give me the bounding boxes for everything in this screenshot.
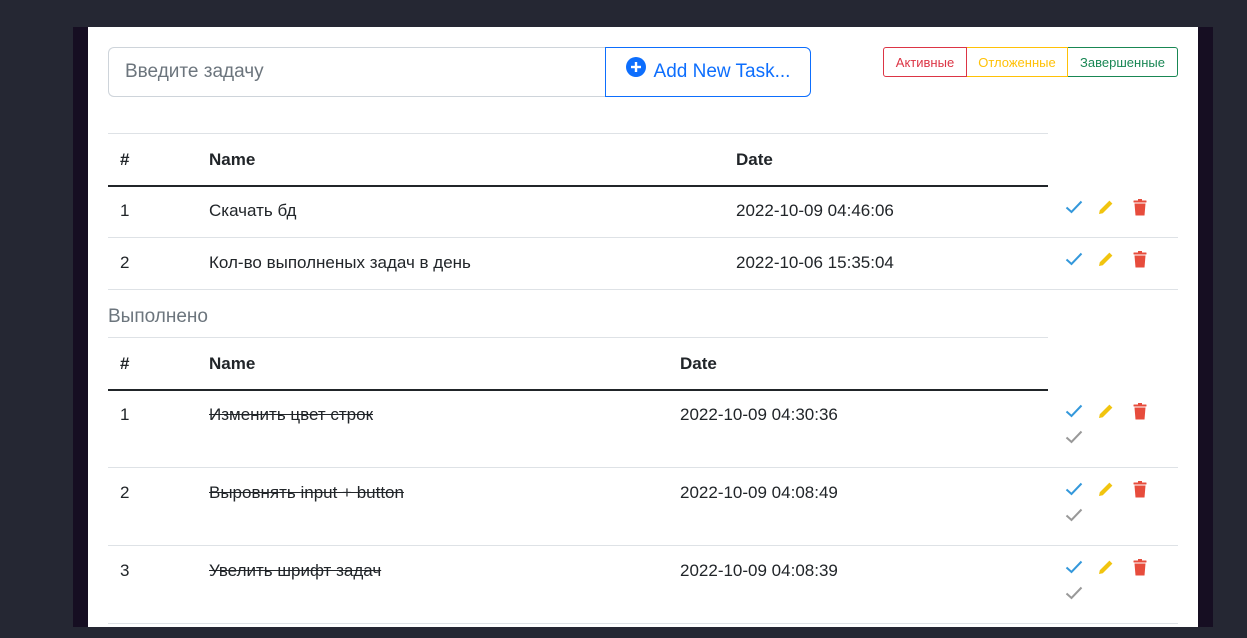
check-icon[interactable] <box>1064 197 1084 217</box>
todo-card: Add New Task... Активные Отложенные Заве… <box>88 27 1198 627</box>
done-table-header: # Name Date <box>108 337 1048 391</box>
plus-circle-icon <box>625 57 646 77</box>
col-name-header: Name <box>209 149 256 169</box>
trash-icon[interactable] <box>1130 479 1150 499</box>
filter-active-button[interactable]: Активные <box>883 47 967 77</box>
pencil-icon[interactable] <box>1096 249 1116 269</box>
task-date: 2022-10-09 04:08:39 <box>680 561 838 580</box>
task-input[interactable] <box>108 47 605 97</box>
undo-check-icon[interactable] <box>1064 583 1084 603</box>
trash-icon[interactable] <box>1130 197 1150 217</box>
filter-postponed-button[interactable]: Отложенные <box>967 47 1068 77</box>
task-number: 2 <box>120 253 130 272</box>
col-date-header: Date <box>736 149 773 169</box>
add-task-label: Add New Task... <box>653 61 791 82</box>
add-task-button[interactable]: Add New Task... <box>605 47 811 97</box>
active-table-header: # Name Date <box>108 133 1048 187</box>
trash-icon[interactable] <box>1130 401 1150 421</box>
filter-group: Активные Отложенные Завершенные <box>883 47 1178 77</box>
pencil-icon[interactable] <box>1096 401 1116 421</box>
table-row: 2 Кол-во выполненых задач в день 2022-10… <box>108 238 1178 290</box>
check-icon[interactable] <box>1064 557 1084 577</box>
pencil-icon[interactable] <box>1096 557 1116 577</box>
col-name-header: Name <box>209 353 256 373</box>
col-date-header: Date <box>680 353 717 373</box>
task-number: 3 <box>120 561 130 580</box>
filter-done-button[interactable]: Завершенные <box>1068 47 1178 77</box>
trash-icon[interactable] <box>1130 249 1150 269</box>
done-section-title: Выполнено <box>108 306 208 327</box>
table-row: 3 Увелить шрифт задач 2022-10-09 04:08:3… <box>108 546 1178 624</box>
task-name: Кол-во выполненых задач в день <box>209 253 471 272</box>
table-row: 2 Выровнять input + button 2022-10-09 04… <box>108 468 1178 546</box>
check-icon[interactable] <box>1064 401 1084 421</box>
pencil-icon[interactable] <box>1096 197 1116 217</box>
col-number-header: # <box>120 149 130 169</box>
check-icon[interactable] <box>1064 249 1084 269</box>
col-number-header: # <box>120 353 130 373</box>
check-icon[interactable] <box>1064 479 1084 499</box>
table-row: 1 Изменить цвет строк 2022-10-09 04:30:3… <box>108 390 1178 468</box>
trash-icon[interactable] <box>1130 557 1150 577</box>
task-name: Увелить шрифт задач <box>209 561 382 580</box>
task-date: 2022-10-06 15:35:04 <box>736 253 894 272</box>
undo-check-icon[interactable] <box>1064 505 1084 525</box>
table-row: 1 Скачать бд 2022-10-09 04:46:06 <box>108 186 1178 238</box>
pencil-icon[interactable] <box>1096 479 1116 499</box>
undo-check-icon[interactable] <box>1064 427 1084 447</box>
